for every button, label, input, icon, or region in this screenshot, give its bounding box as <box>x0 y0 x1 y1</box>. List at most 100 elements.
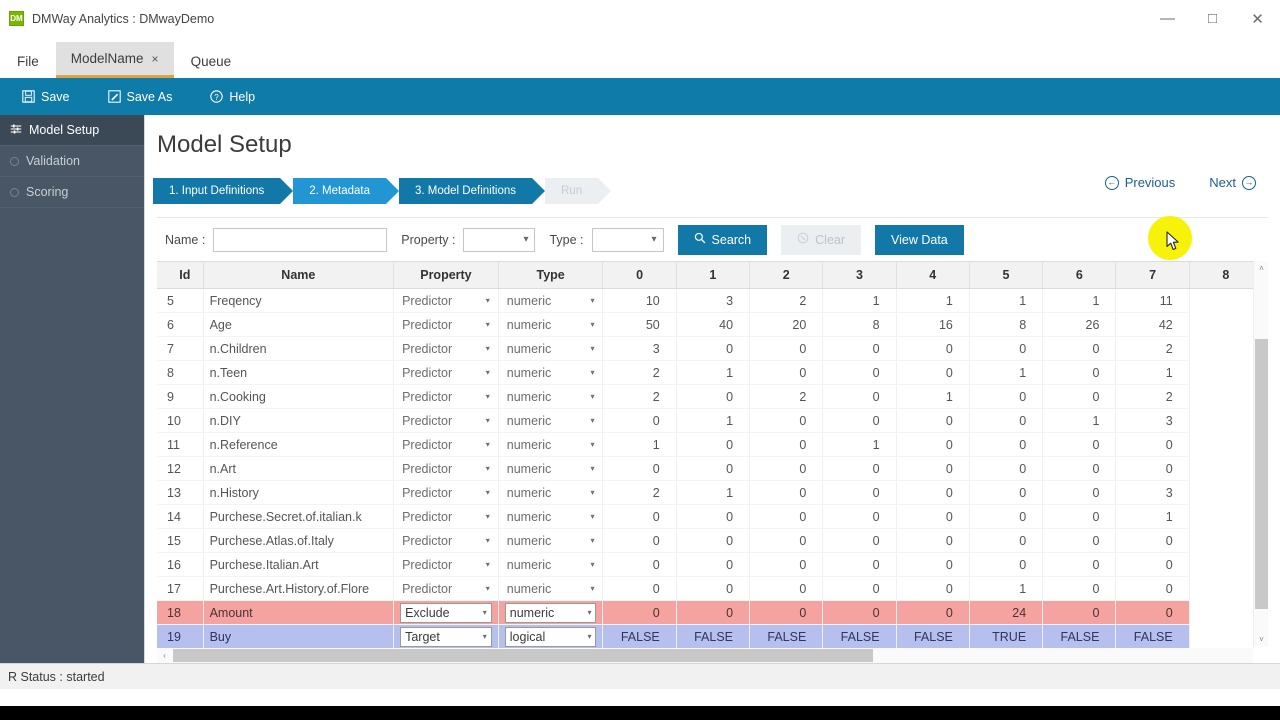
table-row[interactable]: 19 Buy Target ▾ logical ▾ FALSE FALSE FALSE FALSE… <box>157 624 1263 649</box>
table-header-1[interactable]: 1 <box>676 261 751 289</box>
table-header-type[interactable]: Type <box>498 261 604 289</box>
row-type-select[interactable]: numeric ▾ <box>505 510 597 524</box>
previous-button[interactable]: ← Previous <box>1104 175 1175 190</box>
table-header-0[interactable]: 0 <box>602 261 677 289</box>
table-header-6[interactable]: 6 <box>1042 261 1117 289</box>
row-type-select[interactable]: numeric ▾ <box>505 582 597 596</box>
row-type-select[interactable]: numeric ▾ <box>505 462 597 476</box>
help-button[interactable]: ? Help <box>210 90 255 104</box>
table-header-2[interactable]: 2 <box>749 261 824 289</box>
table-row[interactable]: 11 n.Reference Predictor ▾ numeric ▾ 1 0 0 1 0 0 0 0 <box>157 432 1263 457</box>
table-row[interactable]: 6 Age Predictor ▾ numeric ▾ 50 40 20 8 16 8 26 42 <box>157 312 1263 337</box>
step-metadata[interactable]: 2. Metadata <box>293 178 399 204</box>
row-property-select[interactable]: Predictor ▾ <box>400 390 492 404</box>
table-header-property[interactable]: Property <box>393 261 499 289</box>
row-type-select[interactable]: numeric ▾ <box>505 558 597 572</box>
save-as-button[interactable]: Save As <box>107 90 172 104</box>
row-type-select-value: numeric <box>506 413 552 428</box>
property-select[interactable]: ▾ <box>463 227 536 252</box>
row-type-select[interactable]: numeric ▾ <box>505 294 597 308</box>
minimize-icon[interactable]: — <box>1145 0 1190 38</box>
row-property-select[interactable]: Predictor ▾ <box>400 318 492 332</box>
row-type-select[interactable]: numeric ▾ <box>505 438 597 452</box>
row-property-select[interactable]: Predictor ▾ <box>400 582 492 596</box>
table-header-3[interactable]: 3 <box>822 261 897 289</box>
table-row[interactable]: 15 Purchese.Atlas.of.Italy Predictor ▾ numer… <box>157 528 1263 553</box>
cell-value-5: 0 <box>969 336 1044 361</box>
scroll-down-icon[interactable]: ˅ <box>1254 632 1268 647</box>
table-header-8[interactable]: 8 <box>1189 261 1264 289</box>
table-header-7[interactable]: 7 <box>1115 261 1190 289</box>
row-property-select[interactable]: Predictor ▾ <box>400 294 492 308</box>
row-type-select[interactable]: numeric ▾ <box>505 534 597 548</box>
table-header-id[interactable]: Id <box>157 261 204 289</box>
step-model-definitions[interactable]: 3. Model Definitions <box>399 178 545 204</box>
row-type-select[interactable]: numeric ▾ <box>504 602 597 623</box>
cell-type: numeric ▾ <box>498 288 604 313</box>
sidebar-item-scoring[interactable]: Scoring <box>0 177 144 208</box>
row-property-select-value: Predictor <box>402 293 453 308</box>
row-property-select[interactable]: Predictor ▾ <box>400 510 492 524</box>
row-type-select[interactable]: logical ▾ <box>504 626 597 647</box>
row-property-select[interactable]: Predictor ▾ <box>400 534 492 548</box>
scroll-left-icon[interactable]: ‹ <box>157 648 172 663</box>
row-property-select[interactable]: Predictor ▾ <box>400 414 492 428</box>
tab-queue[interactable]: Queue <box>174 44 249 78</box>
search-button[interactable]: Search <box>677 224 768 255</box>
vertical-scroll-thumb[interactable] <box>1255 339 1268 609</box>
sidebar-item-validation[interactable]: Validation <box>0 146 144 177</box>
row-property-select[interactable]: Predictor ▾ <box>400 366 492 380</box>
scroll-up-icon[interactable]: ˄ <box>1254 261 1268 276</box>
horizontal-scroll-thumb[interactable] <box>173 649 873 662</box>
cell-value-1: 0 <box>676 576 751 601</box>
row-property-select[interactable]: Predictor ▾ <box>400 342 492 356</box>
table-row[interactable]: 18 Amount Exclude ▾ numeric ▾ 0 0 0 0 0 24 0 0 <box>157 600 1263 625</box>
table-row[interactable]: 8 n.Teen Predictor ▾ numeric ▾ 2 1 0 0 0 1 0 1 <box>157 360 1263 385</box>
table-header-4[interactable]: 4 <box>896 261 970 289</box>
table-row[interactable]: 9 n.Cooking Predictor ▾ numeric ▾ 2 0 2 0 1 0 0 2 <box>157 384 1263 409</box>
next-button[interactable]: Next → <box>1209 175 1256 190</box>
row-property-select[interactable]: Exclude ▾ <box>400 602 492 623</box>
row-property-select[interactable]: Predictor ▾ <box>400 558 492 572</box>
row-property-select[interactable]: Predictor ▾ <box>400 486 492 500</box>
cell-value-5: 1 <box>969 360 1044 385</box>
row-property-select[interactable]: Predictor ▾ <box>400 438 492 452</box>
row-type-select[interactable]: numeric ▾ <box>505 414 597 428</box>
maximize-icon[interactable]: □ <box>1190 0 1235 38</box>
vertical-scrollbar[interactable]: ˄ ˅ <box>1253 261 1268 647</box>
row-type-select[interactable]: numeric ▾ <box>505 318 597 332</box>
table-row[interactable]: 14 Purchese.Secret.of.italian.k Predictor ▾… <box>157 504 1263 529</box>
tab-modelname[interactable]: ModelName × <box>55 42 174 78</box>
cell-value-6: 1 <box>1042 408 1117 433</box>
cell-property: Exclude ▾ <box>393 600 499 625</box>
cell-property: Predictor ▾ <box>393 360 499 385</box>
horizontal-scrollbar[interactable]: ‹ <box>157 648 1253 663</box>
save-button[interactable]: Save <box>22 90 70 104</box>
search-name-input[interactable] <box>213 227 388 252</box>
table-row[interactable]: 12 n.Art Predictor ▾ numeric ▾ 0 0 0 0 0 0 0 0 <box>157 456 1263 481</box>
type-select[interactable]: ▾ <box>591 227 664 252</box>
tab-file[interactable]: File <box>0 44 56 78</box>
cell-name: Amount <box>203 600 395 625</box>
view-data-button[interactable]: View Data <box>875 224 964 255</box>
table-body: 5 Freqency Predictor ▾ numeric ▾ 10 3 2 1 1 1 1 11 6 Ag… <box>157 288 1263 649</box>
table-row[interactable]: 5 Freqency Predictor ▾ numeric ▾ 10 3 2 1 1 1 1 11 <box>157 288 1263 313</box>
row-property-select[interactable]: Predictor ▾ <box>400 462 492 476</box>
row-type-select[interactable]: numeric ▾ <box>505 486 597 500</box>
step-input-definitions[interactable]: 1. Input Definitions <box>153 178 294 204</box>
table-row[interactable]: 10 n.DIY Predictor ▾ numeric ▾ 0 1 0 0 0 0 1 3 <box>157 408 1263 433</box>
table-row[interactable]: 13 n.History Predictor ▾ numeric ▾ 2 1 0 0 0 0 0 3 <box>157 480 1263 505</box>
table-row[interactable]: 17 Purchese.Art.History.of.Flore Predictor… <box>157 576 1263 601</box>
table-header-name[interactable]: Name <box>203 261 395 289</box>
sidebar-item-model-setup[interactable]: Model Setup <box>0 115 144 146</box>
cell-property: Predictor ▾ <box>393 576 499 601</box>
table-row[interactable]: 7 n.Children Predictor ▾ numeric ▾ 3 0 0 0 0 0 0 2 <box>157 336 1263 361</box>
row-type-select[interactable]: numeric ▾ <box>505 366 597 380</box>
tab-close-icon[interactable]: × <box>152 52 159 66</box>
row-type-select[interactable]: numeric ▾ <box>505 342 597 356</box>
row-type-select[interactable]: numeric ▾ <box>505 390 597 404</box>
table-row[interactable]: 16 Purchese.Italian.Art Predictor ▾ numeric ▾… <box>157 552 1263 577</box>
close-icon[interactable]: ✕ <box>1235 0 1280 38</box>
table-header-5[interactable]: 5 <box>969 261 1044 289</box>
row-property-select[interactable]: Target ▾ <box>400 626 492 647</box>
